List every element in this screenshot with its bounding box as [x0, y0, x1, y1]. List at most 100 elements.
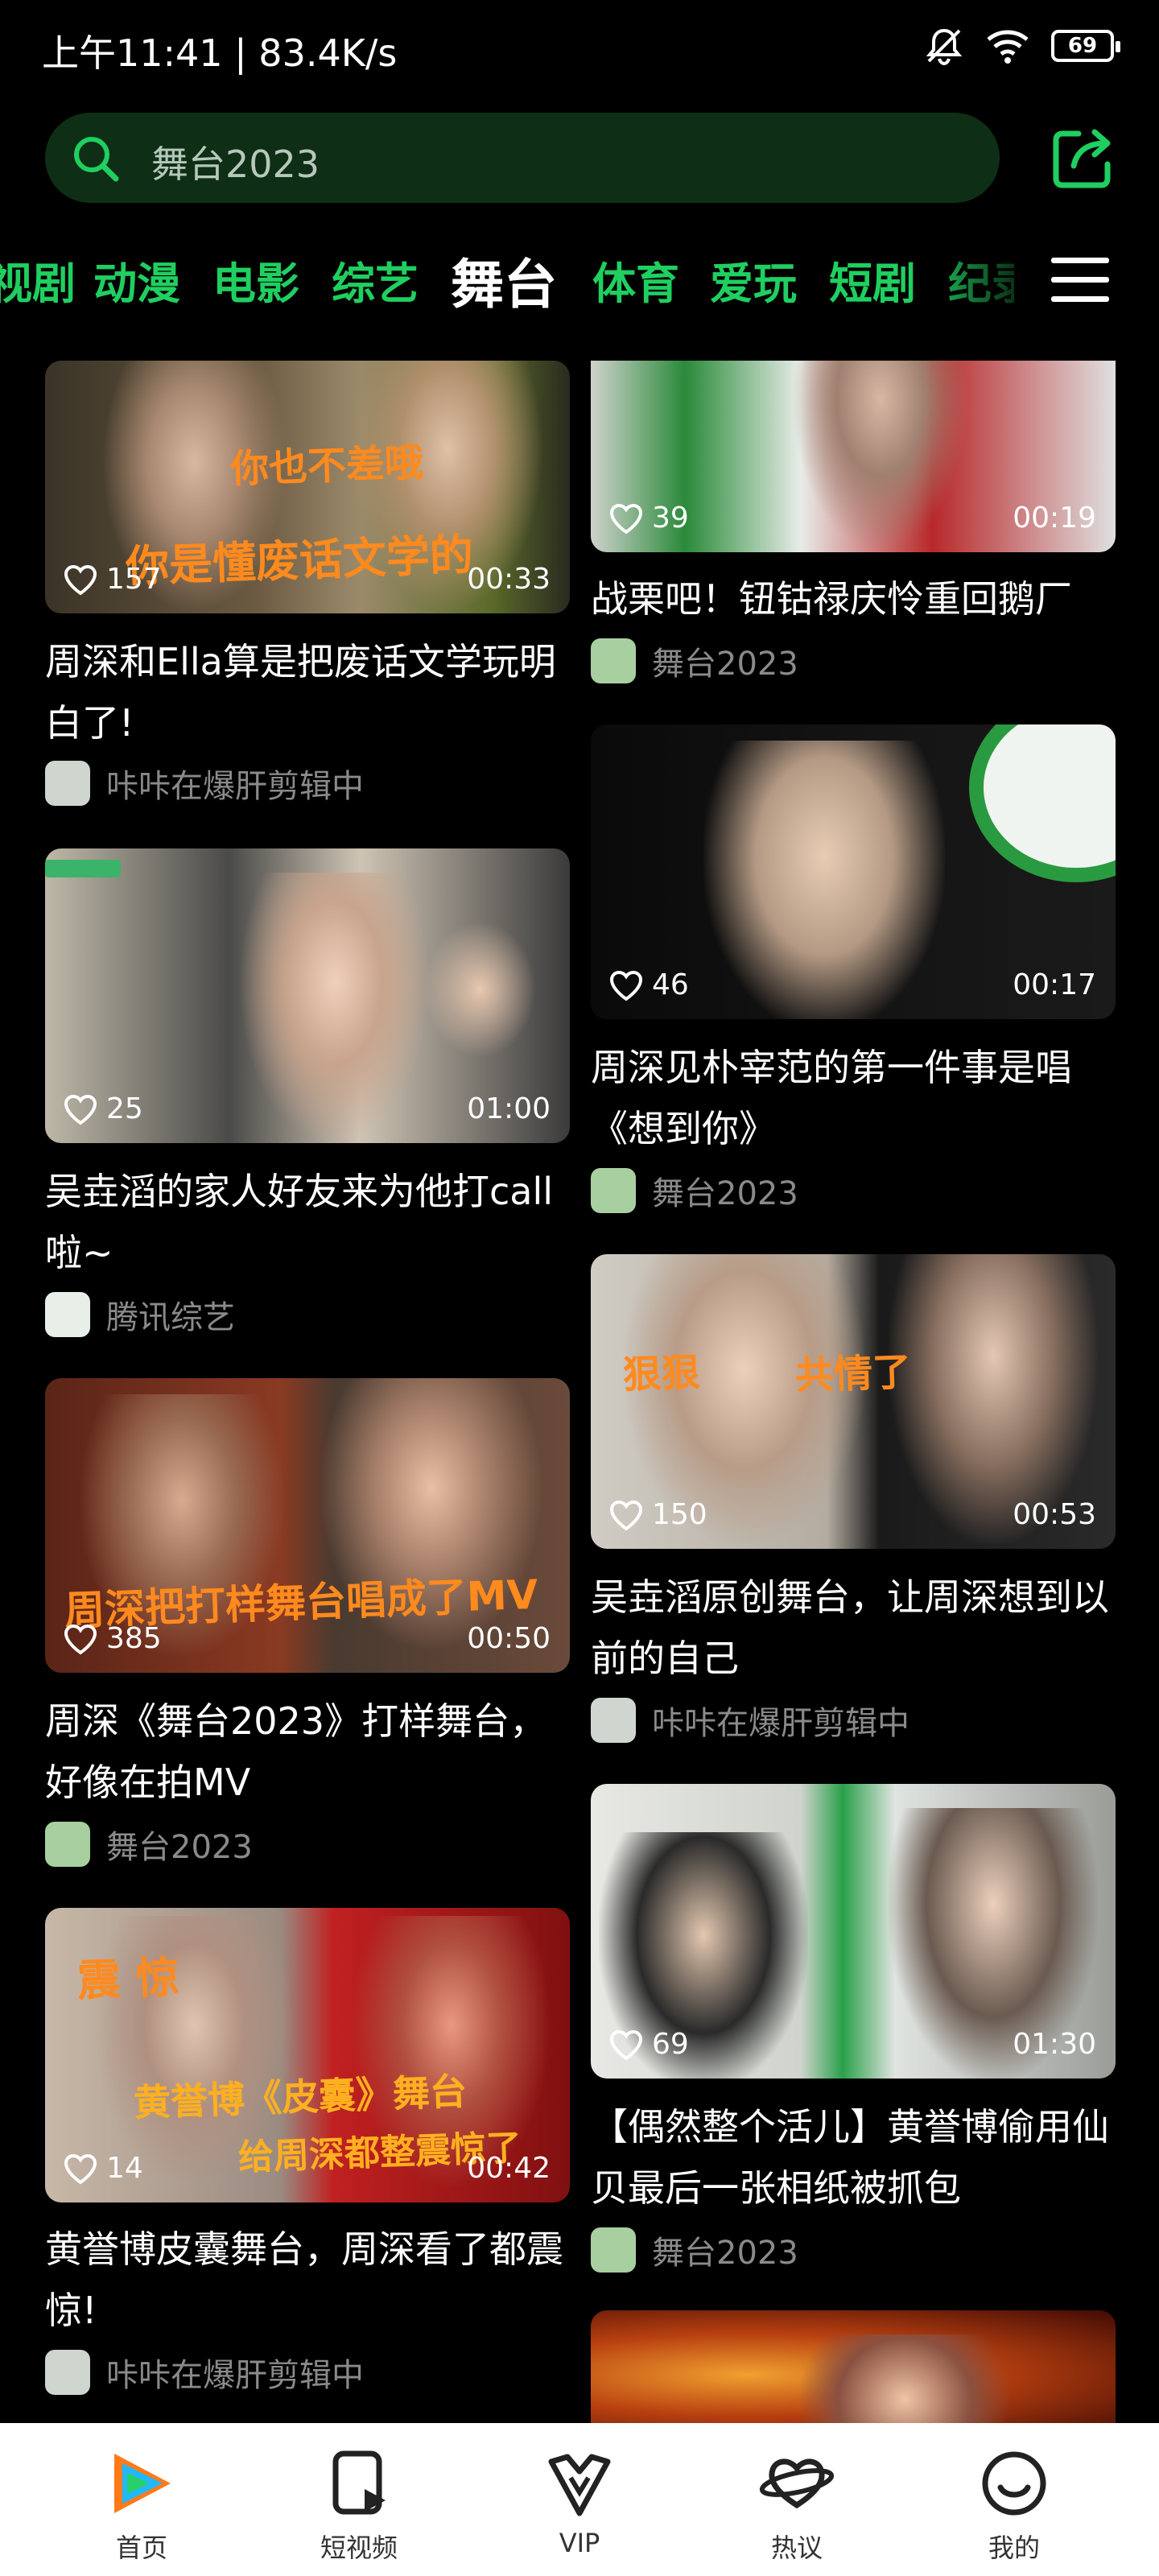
tab-sports[interactable]: 体育 [592, 248, 679, 312]
nav-short-video[interactable]: 短视频 [295, 2447, 423, 2565]
status-time: 上午11:41 | 83.4K/s [42, 31, 398, 75]
heart-icon [64, 1094, 97, 1125]
like-count: 14 [63, 2152, 143, 2185]
video-duration: 01:00 [467, 1092, 551, 1125]
video-thumbnail[interactable] [591, 2310, 1116, 2439]
smiley-face-icon [982, 2451, 1046, 2516]
video-duration: 00:17 [1013, 968, 1096, 1001]
like-count-value: 157 [106, 563, 162, 596]
author-name: 舞台2023 [106, 1829, 253, 1866]
like-count: 69 [608, 2028, 689, 2061]
video-thumbnail[interactable]: 周深把打样舞台唱成了MV 385 00:50 [45, 1378, 570, 1673]
category-tabs: 视剧 动漫 电影 综艺 舞台 体育 爱玩 短剧 纪录 [0, 240, 1014, 320]
nav-label: VIP [559, 2528, 600, 2558]
video-author[interactable]: 咔咔在爆肝剪辑中 [45, 2349, 364, 2396]
tab-anime[interactable]: 动漫 [93, 248, 180, 312]
thumbnail-caption: 震 惊 [76, 1951, 180, 2007]
video-author[interactable]: 舞台2023 [591, 2227, 798, 2273]
tab-games[interactable]: 爱玩 [710, 248, 797, 312]
short-video-icon [332, 2450, 386, 2515]
like-count-value: 39 [652, 502, 689, 535]
like-count-value: 46 [652, 968, 689, 1001]
nav-vip[interactable]: VIP [515, 2447, 644, 2558]
author-avatar [591, 1698, 636, 1743]
like-count: 157 [63, 563, 162, 596]
author-name: 咔咔在爆肝剪辑中 [106, 2357, 364, 2394]
tab-short-drama[interactable]: 短剧 [829, 248, 916, 312]
video-author[interactable]: 舞台2023 [591, 638, 798, 684]
video-duration: 00:33 [467, 563, 551, 596]
search-query: 舞台2023 [151, 142, 320, 186]
battery-indicator: 69 [1051, 30, 1120, 62]
status-icons: 69 [924, 26, 1120, 66]
heart-icon [609, 970, 643, 1001]
author-avatar [45, 1822, 90, 1867]
video-title[interactable]: 周深和Ella算是把废话文学玩明白了! [45, 631, 576, 753]
like-count: 39 [608, 502, 689, 535]
thumbnail-caption: 你也不差哦 [229, 440, 424, 493]
video-thumbnail[interactable]: 狠狠 共情了 150 00:53 [591, 1254, 1116, 1549]
video-author[interactable]: 咔咔在爆肝剪辑中 [591, 1697, 909, 1744]
tab-variety[interactable]: 综艺 [332, 248, 419, 312]
author-avatar [45, 1292, 90, 1337]
author-name: 舞台2023 [652, 1175, 798, 1212]
heart-icon [64, 1624, 97, 1654]
author-name: 舞台2023 [652, 646, 798, 683]
author-name: 咔咔在爆肝剪辑中 [106, 768, 364, 805]
tabs-fade [918, 240, 1046, 320]
tencent-video-logo-icon [114, 2454, 171, 2513]
heart-icon [64, 564, 97, 595]
video-title[interactable]: 吴垚滔原创舞台，让周深想到以前的自己 [591, 1567, 1122, 1689]
video-thumbnail[interactable]: 震 惊 黄誉博《皮囊》舞台 给周深都整震惊了 14 00:42 [45, 1908, 570, 2202]
nav-label: 我的 [988, 2533, 1040, 2563]
video-thumbnail[interactable]: 46 00:17 [591, 724, 1116, 1019]
nav-profile[interactable]: 我的 [950, 2447, 1079, 2565]
like-count-value: 385 [106, 1622, 162, 1655]
video-thumbnail[interactable]: 69 01:30 [591, 1784, 1116, 2079]
tab-tv[interactable]: 视剧 [0, 248, 76, 312]
like-count-value: 25 [106, 1092, 143, 1125]
author-avatar [45, 2350, 90, 2395]
tab-stage[interactable]: 舞台 [451, 242, 557, 319]
nav-discussion[interactable]: 热议 [732, 2447, 861, 2565]
like-count: 150 [608, 1498, 707, 1531]
video-duration: 00:50 [467, 1622, 551, 1655]
nav-label: 热议 [770, 2533, 823, 2563]
video-thumbnail[interactable]: 25 01:00 [45, 848, 570, 1143]
thumbnail-caption: 你是懂废话文学的 [125, 529, 474, 592]
search-bar[interactable]: 舞台2023 [45, 113, 1000, 203]
author-name: 咔咔在爆肝剪辑中 [652, 1705, 909, 1742]
heart-icon [609, 1500, 643, 1530]
video-title[interactable]: 吴垚滔的家人好友来为他打call啦~ [45, 1161, 576, 1283]
video-author[interactable]: 舞台2023 [591, 1167, 798, 1214]
search-icon [74, 137, 119, 182]
author-avatar [45, 761, 90, 806]
heart-icon [609, 503, 643, 534]
video-title[interactable]: 【偶然整个活儿】黄誉博偷用仙贝最后一张相纸被抓包 [591, 2096, 1122, 2219]
video-title[interactable]: 周深见朴宰范的第一件事是唱《想到你》 [591, 1037, 1122, 1159]
share-icon[interactable] [1046, 122, 1119, 195]
thumbnail-caption: 共情了 [794, 1349, 912, 1399]
author-avatar [591, 638, 636, 683]
like-count: 385 [63, 1622, 162, 1655]
vip-crown-icon [548, 2454, 611, 2516]
video-author[interactable]: 腾讯综艺 [45, 1291, 235, 1338]
nav-home[interactable]: 首页 [77, 2447, 206, 2565]
video-title[interactable]: 黄誉博皮囊舞台，周深看了都震惊! [45, 2219, 576, 2341]
nav-label: 短视频 [320, 2533, 398, 2563]
tab-movie[interactable]: 电影 [212, 248, 299, 312]
video-thumbnail[interactable]: 39 00:19 [591, 361, 1116, 552]
video-duration: 01:30 [1013, 2028, 1096, 2061]
video-duration: 00:19 [1013, 502, 1096, 535]
status-bar: 上午11:41 | 83.4K/s 69 [0, 0, 1159, 97]
nav-label: 首页 [115, 2533, 167, 2563]
author-name: 舞台2023 [652, 2235, 798, 2272]
video-title[interactable]: 战栗吧！钮钴禄庆怜重回鹅厂 [591, 568, 1122, 630]
video-author[interactable]: 舞台2023 [45, 1821, 253, 1868]
video-thumbnail[interactable]: 你也不差哦 你是懂废话文学的 157 00:33 [45, 361, 570, 613]
like-count: 25 [63, 1092, 143, 1125]
menu-icon[interactable] [1051, 256, 1109, 304]
planet-heart-icon [759, 2458, 835, 2509]
video-title[interactable]: 周深《舞台2023》打样舞台，好像在拍MV [45, 1690, 576, 1813]
video-author[interactable]: 咔咔在爆肝剪辑中 [45, 760, 364, 807]
